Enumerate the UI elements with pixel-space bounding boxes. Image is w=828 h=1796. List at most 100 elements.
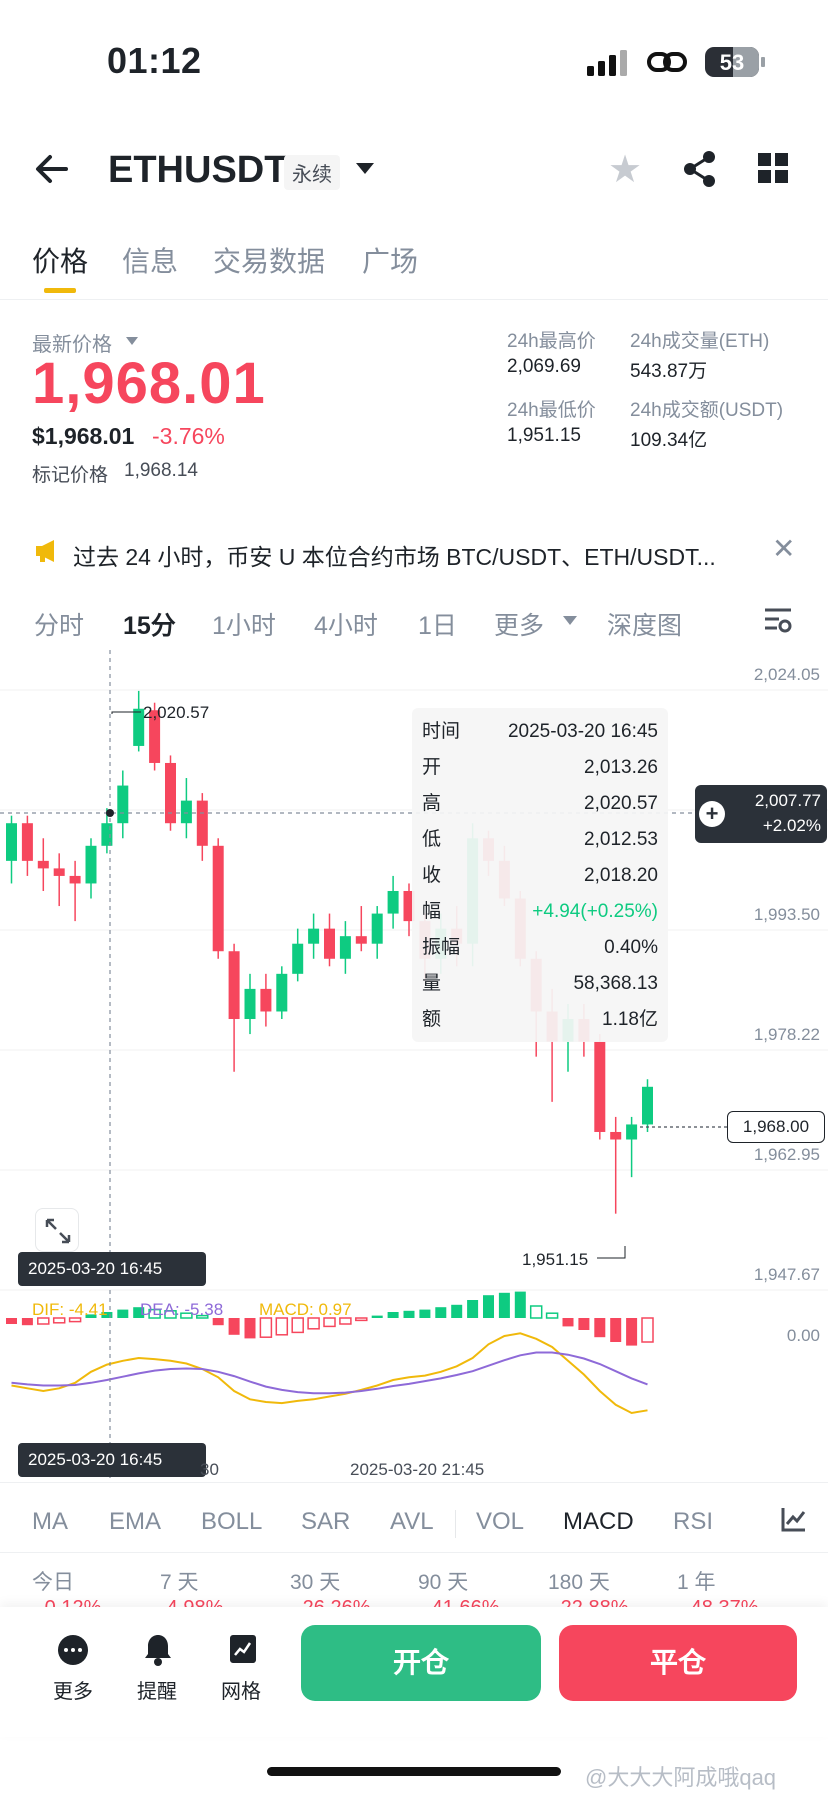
ind-macd[interactable]: MACD xyxy=(563,1508,634,1536)
macd-bar xyxy=(562,1318,574,1327)
header: ETHUSDT 永续 ★ xyxy=(0,135,828,205)
grid-button[interactable]: 网格 xyxy=(221,1675,261,1704)
more-button[interactable]: 更多 xyxy=(53,1675,93,1704)
back-arrow-icon[interactable] xyxy=(34,153,70,185)
indicator-settings-icon[interactable] xyxy=(780,1505,808,1533)
indicator-separator xyxy=(455,1510,456,1538)
candle-body xyxy=(308,928,320,944)
tf-15m[interactable]: 15分 xyxy=(123,606,176,642)
tf-more-chevron-icon[interactable] xyxy=(563,616,577,625)
tooltip-amplitude-label: 振幅 xyxy=(422,937,461,958)
battery-icon: 53 xyxy=(705,47,759,77)
grid-icon[interactable] xyxy=(758,153,790,185)
tf-line[interactable]: 分时 xyxy=(34,606,84,642)
tab-trading-data[interactable]: 交易数据 xyxy=(213,240,325,280)
tooltip-row: 低 2,012.53 xyxy=(422,822,658,858)
chevron-down-icon[interactable] xyxy=(356,163,374,174)
active-tab-indicator xyxy=(44,288,76,293)
axis-price-5: 1,947.67 xyxy=(753,1265,820,1284)
megaphone-icon xyxy=(36,540,54,562)
macd-bar xyxy=(371,1315,383,1318)
tooltip-row: 额 1.18亿 xyxy=(422,1002,658,1038)
ind-boll[interactable]: BOLL xyxy=(201,1508,262,1536)
ind-vol[interactable]: VOL xyxy=(476,1508,524,1536)
link-icon xyxy=(647,52,687,72)
crosshair-price-tag: + 2,007.77 +2.02% xyxy=(695,785,827,843)
tooltip-row: 量 58,368.13 xyxy=(422,966,658,1002)
tf-4h[interactable]: 4小时 xyxy=(314,606,378,642)
tf-1d[interactable]: 1日 xyxy=(418,606,457,642)
candle-body xyxy=(85,845,97,884)
close-icon[interactable]: ✕ xyxy=(772,532,795,565)
tf-1h[interactable]: 1小时 xyxy=(212,606,276,642)
tooltip-turnover-label: 额 xyxy=(422,1009,442,1030)
home-indicator xyxy=(267,1767,561,1776)
tooltip-high-label: 高 xyxy=(422,793,442,814)
tooltip-time: 2025-03-20 16:45 xyxy=(507,721,658,742)
tf-depth[interactable]: 深度图 xyxy=(607,606,682,642)
low-24h: 1,951.15 xyxy=(507,425,581,446)
macd-bar xyxy=(6,1318,17,1324)
ind-ma[interactable]: MA xyxy=(32,1508,68,1536)
macd-bar xyxy=(228,1318,240,1335)
alert-button[interactable]: 提醒 xyxy=(137,1675,177,1704)
latest-price-dropdown-icon[interactable] xyxy=(126,337,138,345)
low-24h-label: 24h最低价 xyxy=(507,400,596,421)
tab-bar: 价格 信息 交易数据 广场 xyxy=(0,230,828,300)
perf-180d: -22.88% xyxy=(554,1597,629,1607)
fullscreen-icon[interactable] xyxy=(35,1208,79,1252)
divider xyxy=(0,1482,828,1483)
ind-avl[interactable]: AVL xyxy=(390,1508,434,1536)
candle-body xyxy=(292,943,304,974)
macd-bar xyxy=(467,1300,479,1318)
macd-bar xyxy=(403,1310,415,1318)
contract-type-badge: 永续 xyxy=(284,155,340,190)
macd-bar xyxy=(117,1309,129,1318)
tab-square[interactable]: 广场 xyxy=(362,240,418,280)
candle-body xyxy=(594,1041,606,1132)
low-marker-label: 1,951.15 xyxy=(522,1250,589,1269)
add-order-icon[interactable]: + xyxy=(699,801,725,827)
notice-text[interactable]: 过去 24 小时，币安 U 本位合约市场 BTC/USDT、ETH/USDT..… xyxy=(73,538,763,572)
close-position-button[interactable]: 平仓 xyxy=(559,1625,797,1701)
tooltip-time-row: 时间 2025-03-20 16:45 xyxy=(422,714,658,750)
open-position-button[interactable]: 开仓 xyxy=(301,1625,541,1701)
dea-line xyxy=(11,1351,648,1395)
chart-settings-icon[interactable] xyxy=(763,606,793,634)
bell-icon[interactable] xyxy=(143,1633,173,1667)
ind-rsi[interactable]: RSI xyxy=(673,1508,713,1536)
ind-sar[interactable]: SAR xyxy=(301,1508,350,1536)
ind-ema[interactable]: EMA xyxy=(109,1508,161,1536)
macd-bar xyxy=(594,1318,606,1338)
tf-more[interactable]: 更多 xyxy=(494,606,544,642)
tooltip-row: 收 2,018.20 xyxy=(422,858,658,894)
more-icon[interactable] xyxy=(58,1635,88,1665)
macd-bar xyxy=(529,1305,543,1319)
perf-90d: -41.66% xyxy=(425,1597,500,1607)
candle-body xyxy=(212,845,224,952)
axis-price-2: 1,993.50 xyxy=(753,905,820,924)
usd-price: $1,968.01 xyxy=(32,423,135,449)
tooltip-high: 2,020.57 xyxy=(584,793,658,814)
macd-bar xyxy=(641,1317,654,1343)
candle-body xyxy=(610,1131,622,1140)
symbol-title[interactable]: ETHUSDT xyxy=(108,149,287,192)
tab-info[interactable]: 信息 xyxy=(122,240,178,280)
grid-bot-icon[interactable] xyxy=(228,1633,258,1665)
axis-price-3: 1,978.22 xyxy=(753,1025,820,1044)
perf-90d-label: 90 天 xyxy=(418,1571,469,1594)
candle-body xyxy=(196,800,208,846)
tooltip-row: 幅 +4.94(+0.25%) xyxy=(422,894,658,930)
share-icon[interactable] xyxy=(682,150,718,188)
macd-bar xyxy=(578,1318,590,1330)
candle-body xyxy=(21,823,33,861)
candle-body xyxy=(324,928,335,959)
mark-price-label: 标记价格 xyxy=(32,465,109,486)
tab-price[interactable]: 价格 xyxy=(32,240,88,280)
macd-bar xyxy=(451,1304,463,1318)
macd-bar xyxy=(483,1295,494,1318)
tooltip-row: 高 2,020.57 xyxy=(422,786,658,822)
high-24h-label: 24h最高价 xyxy=(507,331,596,352)
star-icon[interactable]: ★ xyxy=(608,151,642,189)
watermark: @大大大阿成哦qaq xyxy=(585,1765,777,1790)
